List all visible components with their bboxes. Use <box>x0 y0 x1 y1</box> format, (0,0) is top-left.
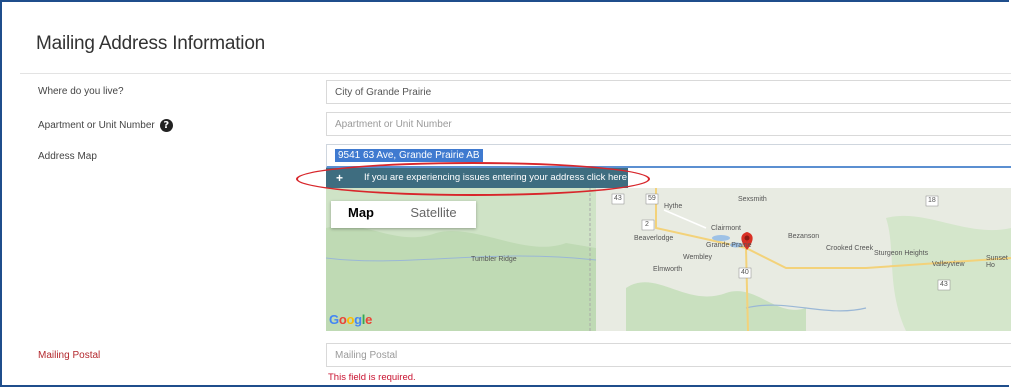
where-live-label: Where do you live? <box>38 86 124 97</box>
section-title: Mailing Address Information <box>36 33 266 54</box>
place-label: Tumbler Ridge <box>471 256 517 263</box>
place-label: Sturgeon Heights <box>874 250 929 257</box>
where-live-field[interactable]: City of Grande Prairie <box>326 80 1011 104</box>
place-label: Crooked Creek <box>826 245 874 252</box>
map-tab[interactable]: Map <box>331 201 391 228</box>
highway-label: 43 <box>940 281 948 288</box>
map-type-toggle: Map Satellite <box>331 201 476 228</box>
highway-label: 59 <box>648 195 656 202</box>
place-label: Wembley <box>683 254 713 261</box>
error-message: This field is required. <box>328 372 416 383</box>
place-label: Bezanson <box>788 233 820 240</box>
place-label: Hythe <box>664 203 683 210</box>
place-label: Clairmont <box>711 225 741 232</box>
google-logo: Google <box>329 312 373 327</box>
apartment-field[interactable]: Apartment or Unit Number <box>326 112 1011 136</box>
help-icon[interactable]: ? <box>159 119 173 132</box>
mailing-postal-label: Mailing Postal <box>38 350 101 361</box>
apartment-label-text: Apartment or Unit Number <box>38 120 155 132</box>
highway-label: 40 <box>741 269 749 276</box>
place-label: Beaverlodge <box>634 235 674 242</box>
place-label: Sexsmith <box>738 196 767 203</box>
mailing-postal-field[interactable]: Mailing Postal <box>326 343 1011 367</box>
satellite-tab[interactable]: Satellite <box>391 201 476 228</box>
address-map-label: Address Map <box>38 151 97 162</box>
address-value: 9541 63 Ave, Grande Prairie AB <box>335 149 483 162</box>
place-label: Valleyview <box>932 261 965 268</box>
highway-label: 18 <box>928 197 936 204</box>
place-label: Elmworth <box>653 266 683 273</box>
highway-label: 43 <box>614 195 622 202</box>
address-map[interactable]: Map Satellite Google Hythe Clairmont Bea… <box>326 188 1011 331</box>
place-label: Sunset Ho <box>986 255 1008 269</box>
place-label: Grande Prairie <box>706 242 752 249</box>
apartment-label: Apartment or Unit Number? <box>38 119 173 132</box>
highlight-annotation <box>296 162 650 196</box>
highway-label: 2 <box>645 221 649 228</box>
divider <box>20 73 1011 74</box>
